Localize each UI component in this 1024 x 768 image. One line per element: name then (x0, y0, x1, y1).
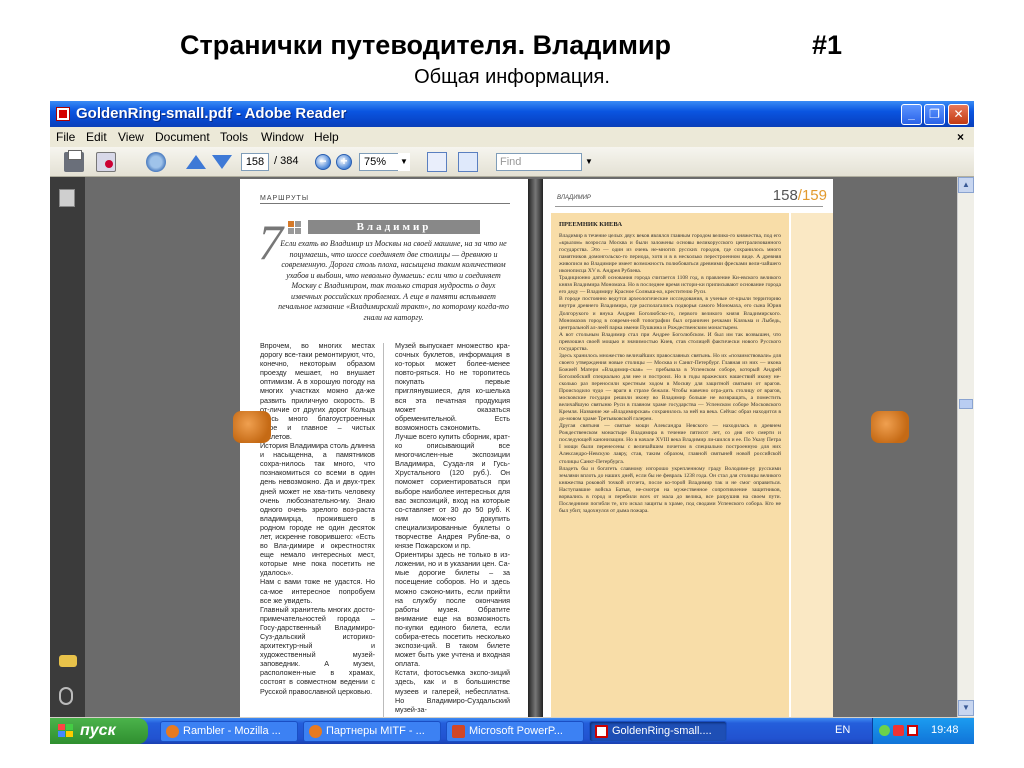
menu-tools[interactable]: Tools (220, 130, 248, 144)
next-page-icon[interactable] (212, 155, 232, 169)
sidebar-heading: ПРЕЕМНИК КИЕВА (559, 221, 623, 228)
language-indicator[interactable]: EN (835, 724, 850, 736)
start-button[interactable]: пуск (50, 718, 148, 744)
next-page-tab[interactable] (871, 411, 909, 443)
window-title: GoldenRing-small.pdf - Adobe Reader (76, 105, 347, 122)
page-numbers: 158/159 (773, 187, 827, 204)
email-icon[interactable] (96, 152, 116, 172)
page-binding (528, 179, 543, 717)
comments-panel-icon[interactable] (59, 655, 77, 667)
menu-file[interactable]: File (56, 130, 75, 144)
column-divider (383, 343, 384, 717)
task-adobe-reader[interactable]: GoldenRing-small.... (589, 721, 727, 742)
chapter-intro: Если ехать во Владимир из Москвы на свое… (278, 239, 509, 322)
page-number-left: 158 (772, 187, 798, 204)
scroll-down-icon[interactable]: ▼ (958, 700, 974, 716)
page-total: / 384 (274, 155, 299, 167)
toolbar: 158 / 384 − + 75% ▼ Find ▼ (50, 147, 974, 177)
left-column-2: Музей выпускает множество кра-сочных бук… (395, 341, 510, 714)
right-page: ВЛАДИМИР 158/159 ПРЕЕМНИК КИЕВА Владимир… (543, 179, 833, 717)
zoom-dropdown-icon[interactable]: ▼ (398, 153, 410, 171)
left-running-head: МАРШРУТЫ (260, 195, 310, 202)
sidebar-box: ПРЕЕМНИК КИЕВА Владимир в течение целых … (551, 213, 789, 717)
slide-title: Странички путеводителя. Владимир (180, 30, 672, 60)
pages-panel-icon[interactable] (59, 189, 75, 207)
task-partners[interactable]: Партнеры MITF - ... (303, 721, 441, 742)
firefox-icon (166, 725, 179, 738)
windows-flag-icon (58, 724, 74, 738)
previous-page-icon[interactable] (186, 155, 206, 169)
right-running-head: ВЛАДИМИР (557, 195, 591, 201)
page-number-input[interactable]: 158 (241, 153, 269, 171)
adobe-reader-window: GoldenRing-small.pdf - Adobe Reader _ ❐ … (50, 101, 974, 743)
menu-window[interactable]: Window (261, 130, 304, 144)
vertical-scrollbar[interactable]: ▲ ▼ (957, 177, 974, 717)
close-button[interactable]: ✕ (948, 104, 969, 125)
security-icon[interactable] (893, 725, 904, 736)
slide-subtitle: Общая информация. (414, 66, 610, 88)
menu-edit[interactable]: Edit (86, 130, 107, 144)
chapter-title: Владимир (308, 220, 480, 234)
margin-strip (791, 213, 833, 717)
page-number-right: /159 (797, 187, 827, 204)
navigation-pane (50, 177, 85, 717)
scroll-thumb[interactable] (959, 399, 973, 409)
slide-number: #1 (812, 30, 843, 60)
sidebar-text: Владимир в течение целых двух веков явля… (559, 233, 781, 514)
scroll-up-icon[interactable]: ▲ (958, 177, 974, 193)
print-icon[interactable] (64, 150, 84, 172)
network-icon[interactable] (879, 725, 890, 736)
pdf-icon (595, 725, 608, 738)
find-input[interactable]: Find (496, 153, 582, 171)
zoom-in-icon[interactable]: + (336, 154, 352, 170)
chapter-squares-icon (288, 221, 302, 235)
menu-document[interactable]: Document (155, 130, 210, 144)
task-label: Партнеры MITF - ... (326, 725, 425, 737)
find-dropdown-icon[interactable]: ▼ (583, 153, 595, 171)
zoom-input[interactable]: 75% (359, 153, 401, 171)
left-page: МАРШРУТЫ 7 Владимир Если ехать во Владим… (240, 179, 528, 717)
left-head-rule (260, 203, 510, 204)
task-label: Rambler - Mozilla ... (183, 725, 281, 737)
maximize-button[interactable]: ❐ (924, 104, 945, 125)
minimize-button[interactable]: _ (901, 104, 922, 125)
task-rambler[interactable]: Rambler - Mozilla ... (160, 721, 298, 742)
task-powerpoint[interactable]: Microsoft PowerP... (446, 721, 584, 742)
document-close-icon[interactable]: × (957, 130, 964, 144)
menu-bar: File Edit View Document Tools Window Hel… (50, 127, 974, 147)
task-label: GoldenRing-small.... (612, 725, 712, 737)
system-tray: EN 19:48 (835, 718, 974, 744)
hand-tool-icon[interactable] (146, 152, 166, 172)
title-bar[interactable]: GoldenRing-small.pdf - Adobe Reader _ ❐ … (50, 101, 974, 127)
firefox-icon (309, 725, 322, 738)
pdf-icon (56, 107, 70, 121)
menu-view[interactable]: View (118, 130, 144, 144)
previous-page-tab[interactable] (233, 411, 271, 443)
menu-help[interactable]: Help (314, 130, 339, 144)
left-column-1: Впрочем, во многих местах дорогу все-так… (260, 341, 375, 696)
clock: 19:48 (931, 724, 959, 736)
taskbar: пуск Rambler - Mozilla ... Партнеры MITF… (50, 718, 974, 744)
task-label: Microsoft PowerP... (469, 725, 563, 737)
document-viewport[interactable]: МАРШРУТЫ 7 Владимир Если ехать во Владим… (85, 177, 957, 717)
fit-page-icon[interactable] (427, 152, 447, 172)
fit-width-icon[interactable] (458, 152, 478, 172)
start-label: пуск (80, 722, 116, 739)
powerpoint-icon (452, 725, 465, 738)
tray-app-icon[interactable] (907, 725, 918, 736)
right-head-rule (555, 206, 823, 207)
zoom-out-icon[interactable]: − (315, 154, 331, 170)
attachments-panel-icon[interactable] (59, 687, 73, 705)
